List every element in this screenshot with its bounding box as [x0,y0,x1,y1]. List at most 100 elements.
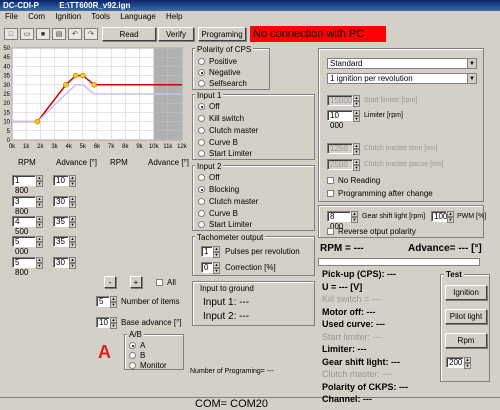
radio-button[interactable] [198,103,205,110]
start-limiter-input[interactable]: 15000 [327,95,353,106]
radio-button[interactable] [129,362,136,369]
input1-clutch-master[interactable]: Clutch master [198,125,258,136]
radio-button[interactable] [198,198,205,205]
check-box[interactable] [327,228,334,235]
radio-button[interactable] [129,342,136,349]
rpm-spinner[interactable]: ▲ ▼ [36,236,43,248]
start-limiter-spinner[interactable]: ▲ ▼ [353,95,360,107]
menu-file[interactable]: File [5,12,18,21]
advance-input[interactable]: 30 [53,196,69,207]
menu-tools[interactable]: Tools [91,12,110,21]
test-rpm-input[interactable]: 200 [446,357,464,368]
pulses-spinner[interactable]: ▲ ▼ [213,246,220,258]
rpm-input[interactable]: 3 800 [12,196,36,216]
radio-button[interactable] [198,127,205,134]
gear-shift-spinner[interactable]: ▲ ▼ [351,211,358,223]
all-checkbox[interactable]: All [156,277,176,288]
test-rpm-spinner[interactable]: ▲ ▼ [464,357,471,369]
clutch-time-input[interactable]: 1250 [327,143,353,154]
programming-button[interactable]: Programing [198,27,246,41]
pwm-input[interactable]: 100 [431,211,447,222]
input1-curve-b[interactable]: Curve B [198,137,238,148]
rpm-input[interactable]: 5 800 [12,257,36,277]
base-advance-spinner[interactable]: ▲ ▼ [110,317,117,329]
save-icon[interactable]: ■ [36,28,50,40]
limiter-spinner[interactable]: ▲ ▼ [353,110,360,122]
radio-button[interactable] [198,210,205,217]
ab-option-monitor[interactable]: Monitor [129,360,167,371]
advance-spinner[interactable]: ▲ ▼ [69,236,76,248]
mode-select[interactable]: Standard ▼ [327,58,477,69]
correction-input[interactable]: 0 [201,262,213,273]
undo-icon[interactable]: ↶ [68,28,82,40]
polarity-selfsearch[interactable]: Selfsearch [198,78,247,89]
new-file-icon[interactable]: □ [4,28,18,40]
advance-input[interactable]: 35 [53,236,69,247]
advance-spinner[interactable]: ▲ ▼ [69,216,76,228]
rpm-spinner[interactable]: ▲ ▼ [36,196,43,208]
input2-start-limiter[interactable]: Start Limiter [198,219,252,230]
radio-button[interactable] [198,139,205,146]
radio-button[interactable] [198,174,205,181]
ignition-curve-chart[interactable]: 0k 1k 2k 3k 4k 5k 6k 7k 8k 9k 10k 11k 12k05101520253… [0,44,190,152]
no-reading-checkbox[interactable]: No Reading [327,175,380,186]
menu-help[interactable]: Help [166,12,182,21]
rpm-spinner[interactable]: ▲ ▼ [36,175,43,187]
add-point-button[interactable]: + [130,276,142,288]
advance-spinner[interactable]: ▲ ▼ [69,196,76,208]
input1-start-limiter[interactable]: Start Limiter [198,148,252,159]
input2-off[interactable]: Off [198,172,220,183]
input2-clutch-master[interactable]: Clutch master [198,196,258,207]
rpm-input[interactable]: 1 800 [12,175,36,195]
check-box[interactable] [327,190,334,197]
test-ignition-button[interactable]: Ignition [445,285,487,300]
redo-icon[interactable]: ↷ [84,28,98,40]
input2-curve-b[interactable]: Curve B [198,208,238,219]
clutch-time-spinner[interactable]: ▲ ▼ [353,143,360,155]
correction-spinner[interactable]: ▲ ▼ [213,262,220,274]
advance-input[interactable]: 30 [53,257,69,268]
test-rpm-button[interactable]: Rpm [445,333,487,348]
radio-button[interactable] [198,186,205,193]
radio-button[interactable] [198,58,205,65]
limiter-input[interactable]: 10 000 [327,110,353,130]
ignition-select[interactable]: 1 ignition per revolution ▼ [327,73,477,84]
menu-com[interactable]: Com [28,12,45,21]
print-icon[interactable]: ▤ [52,28,66,40]
advance-spinner[interactable]: ▲ ▼ [69,175,76,187]
menu-ignition[interactable]: Ignition [55,12,81,21]
all-check-box[interactable] [156,279,163,286]
clutch-pause-spinner[interactable]: ▲ ▼ [353,159,360,171]
rpm-input[interactable]: 4 500 [12,216,36,236]
base-advance-input[interactable]: 10 [96,317,110,328]
pulses-input[interactable]: 1 [201,246,213,257]
read-button[interactable]: Read [102,27,156,41]
input1-kill-switch[interactable]: Kill switch [198,113,244,124]
check-box[interactable] [327,177,334,184]
number-of-items-input[interactable]: 5 [96,296,110,307]
verify-button[interactable]: Verify [158,27,194,41]
rpm-spinner[interactable]: ▲ ▼ [36,257,43,269]
radio-button[interactable] [198,150,205,157]
rpm-input[interactable]: 5 000 [12,236,36,256]
pwm-spinner[interactable]: ▲ ▼ [447,211,454,223]
input2-blocking[interactable]: Blocking [198,184,239,195]
radio-button[interactable] [198,115,205,122]
polarity-positive[interactable]: Positive [198,56,237,67]
number-of-items-spinner[interactable]: ▲ ▼ [110,296,117,308]
open-folder-icon[interactable]: ▭ [20,28,34,40]
clutch-pause-input[interactable]: 2500 [327,159,353,170]
radio-button[interactable] [198,69,205,76]
rpm-spinner[interactable]: ▲ ▼ [36,216,43,228]
advance-input[interactable]: 10 [53,175,69,186]
radio-button[interactable] [198,221,205,228]
remove-point-button[interactable]: - [104,276,116,288]
polarity-negative[interactable]: Negative [198,67,241,78]
radio-button[interactable] [198,80,205,87]
input1-off[interactable]: Off [198,101,220,112]
reverse-polarity-checkbox[interactable]: Reverse otput polarity [327,226,416,237]
radio-button[interactable] [129,352,136,359]
menu-language[interactable]: Language [120,12,156,21]
advance-input[interactable]: 35 [53,216,69,227]
advance-spinner[interactable]: ▲ ▼ [69,257,76,269]
